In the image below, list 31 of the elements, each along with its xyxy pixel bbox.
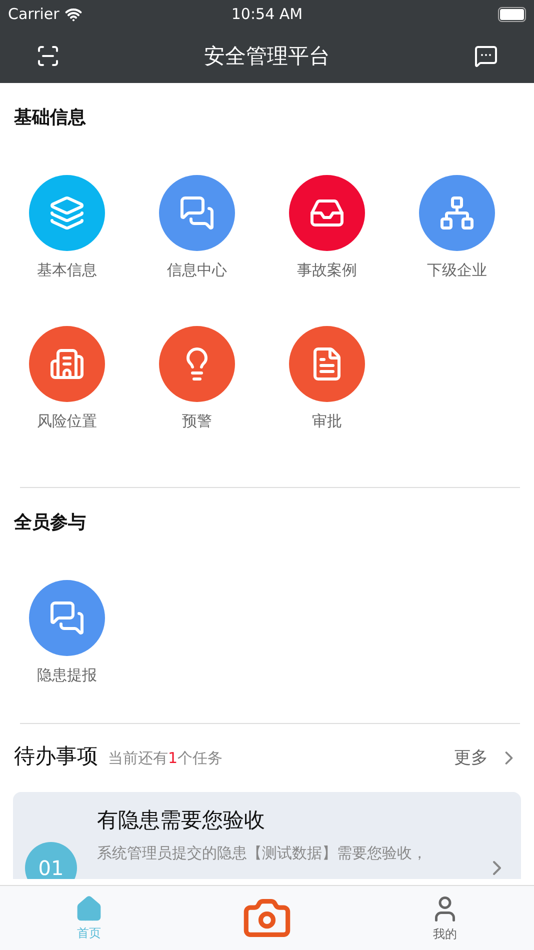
- nav-title: 安全管理平台: [204, 42, 330, 70]
- home-icon: [75, 894, 103, 922]
- chat-icon: [179, 195, 215, 231]
- feature-label: 风险位置: [37, 412, 97, 431]
- todo-title: 待办事项: [14, 743, 98, 770]
- task-card[interactable]: 01 有隐患需要您验收 系统管理员提交的隐患【测试数据】需要您验收，: [13, 792, 521, 879]
- feature-label: 预警: [182, 412, 212, 431]
- building-icon: [49, 346, 85, 382]
- section-title: 基础信息: [14, 106, 87, 129]
- chat-icon: [49, 600, 85, 636]
- message-icon[interactable]: [474, 44, 498, 68]
- feature-label: 事故案例: [297, 261, 357, 280]
- battery-icon: [498, 6, 526, 22]
- wifi-icon: [65, 6, 82, 22]
- task-title: 有隐患需要您验收: [97, 807, 266, 834]
- carrier-name: Carrier: [8, 5, 60, 23]
- tab[interactable]: 我的: [356, 886, 534, 950]
- task-text: 系统管理员提交的隐患【测试数据】需要您验收，: [97, 844, 428, 863]
- feature-label: 基本信息: [37, 261, 97, 280]
- task-number: 01: [25, 842, 77, 879]
- status-time: 10:54 AM: [231, 5, 303, 23]
- task-summary: 当前还有1个任务: [108, 749, 223, 768]
- more-link[interactable]: 更多: [454, 746, 520, 769]
- feature-label: 下级企业: [427, 261, 487, 280]
- feature-label: 隐患提报: [37, 666, 97, 685]
- scan-icon[interactable]: [36, 44, 60, 68]
- feature-label: 审批: [312, 412, 342, 431]
- layers-icon: [49, 195, 85, 231]
- hierarchy-icon: [439, 195, 475, 231]
- feature-label: 信息中心: [167, 261, 227, 280]
- section-title: 全员参与: [14, 511, 87, 534]
